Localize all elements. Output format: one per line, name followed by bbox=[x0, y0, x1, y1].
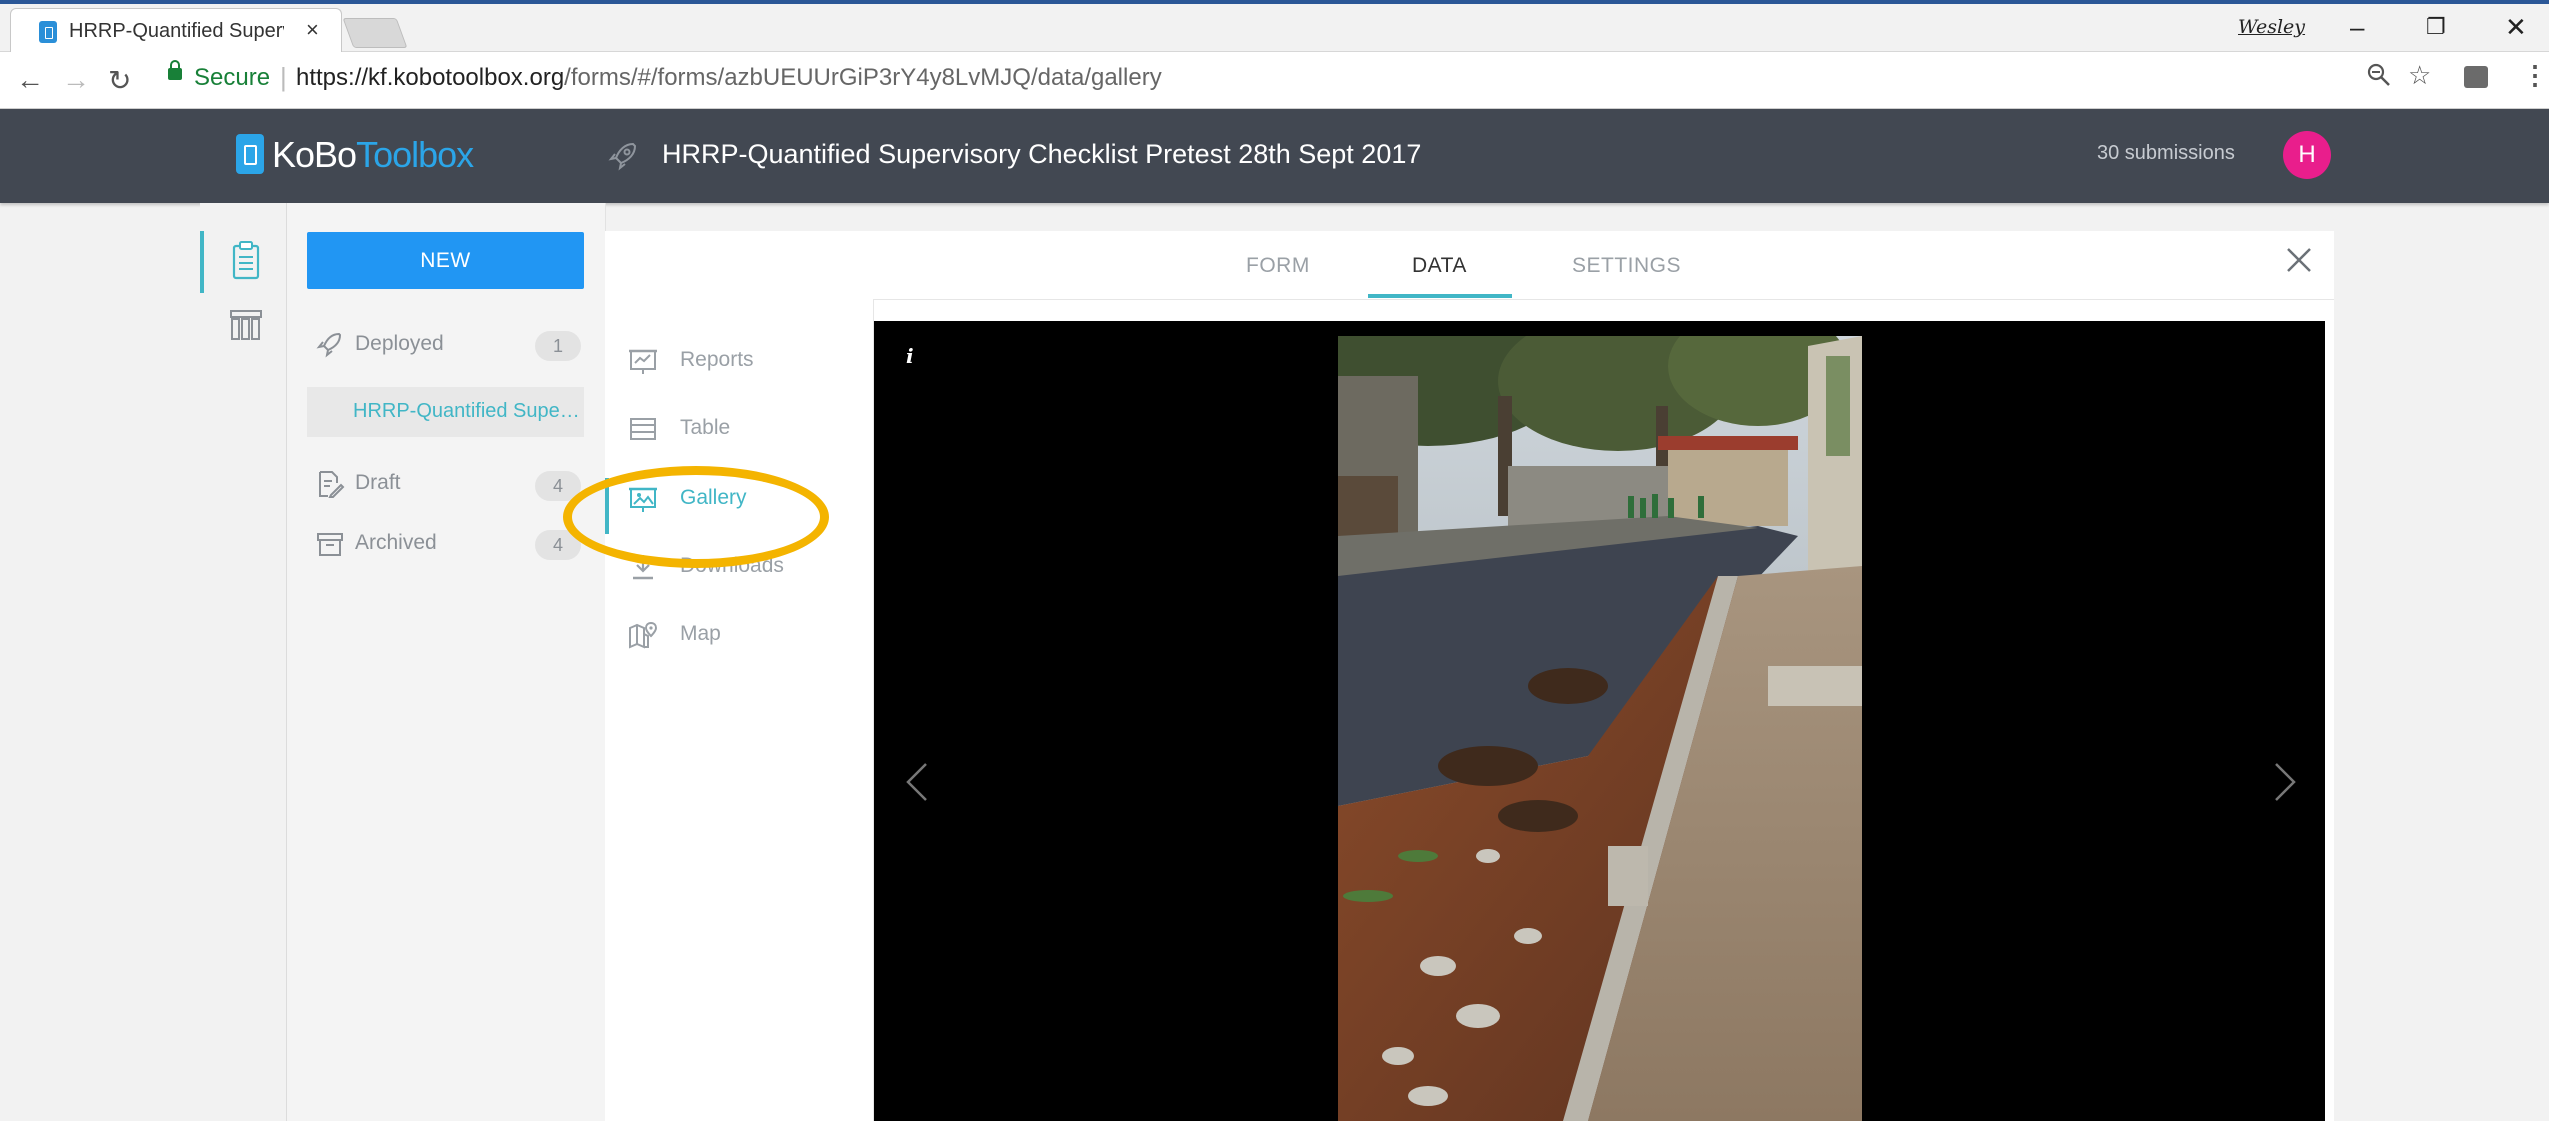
url-text[interactable]: https://kf.kobotoolbox.org/forms/#/forms… bbox=[296, 64, 1162, 92]
close-window-icon[interactable]: ✕ bbox=[2505, 12, 2527, 43]
reload-icon[interactable]: ↻ bbox=[108, 64, 131, 97]
active-tab-underline bbox=[1368, 294, 1512, 298]
chevron-right-icon[interactable] bbox=[2264, 760, 2304, 804]
reports-label: Reports bbox=[680, 348, 754, 371]
forms-clipboard-icon[interactable] bbox=[228, 240, 264, 282]
new-button[interactable]: NEW bbox=[307, 232, 584, 289]
url-separator: | bbox=[280, 62, 287, 92]
close-icon[interactable] bbox=[2284, 245, 2314, 275]
tab-form[interactable]: FORM bbox=[1246, 254, 1310, 278]
info-icon[interactable]: i bbox=[906, 344, 914, 368]
forward-icon[interactable]: → bbox=[62, 64, 90, 96]
zoom-icon[interactable] bbox=[2366, 62, 2392, 95]
bookmark-star-icon[interactable]: ☆ bbox=[2408, 60, 2431, 91]
logo-toolbox: Toolbox bbox=[356, 134, 474, 175]
draft-label: Draft bbox=[355, 471, 401, 494]
gallery-photo[interactable] bbox=[1338, 336, 1862, 1121]
archived-label: Archived bbox=[355, 531, 437, 554]
deployed-count-badge: 1 bbox=[535, 331, 581, 361]
reports-icon bbox=[629, 349, 657, 374]
rocket-icon bbox=[316, 332, 342, 358]
user-avatar[interactable]: H bbox=[2283, 131, 2331, 179]
table-icon bbox=[630, 418, 656, 440]
selected-asset-item[interactable]: HRRP-Quantified Supervisory Checklist Pr… bbox=[307, 387, 584, 437]
browser-menu-icon[interactable]: ⋮ bbox=[2522, 60, 2548, 91]
draft-icon bbox=[319, 471, 345, 498]
submissions-count: 30 submissions bbox=[2097, 142, 2235, 164]
omnibox[interactable] bbox=[152, 6, 2452, 50]
main-tabs bbox=[605, 231, 2334, 300]
lock-icon bbox=[168, 60, 182, 80]
archive-icon bbox=[317, 533, 343, 556]
map-icon bbox=[629, 621, 658, 649]
url-path: /forms/#/forms/azbUEUUrGiP3rY4y8LvMJQ/da… bbox=[564, 64, 1162, 91]
rail-active-indicator bbox=[200, 231, 204, 293]
secure-label: Secure bbox=[194, 64, 271, 91]
kobo-logo-icon[interactable] bbox=[236, 134, 264, 174]
kobo-logo-text[interactable]: KoBoToolbox bbox=[272, 134, 474, 176]
chevron-left-icon[interactable] bbox=[898, 760, 938, 804]
back-icon[interactable]: ← bbox=[16, 64, 44, 96]
table-label: Table bbox=[680, 416, 731, 439]
annotation-highlight-circle bbox=[563, 466, 829, 568]
selected-asset-label: HRRP-Quantified Supervisory Checklist Pr… bbox=[353, 400, 581, 422]
rocket-icon bbox=[608, 142, 637, 171]
library-icon[interactable] bbox=[228, 307, 264, 343]
deployed-label: Deployed bbox=[355, 332, 444, 355]
url-host: https://kf.kobotoolbox.org bbox=[296, 64, 565, 91]
tab-data[interactable]: DATA bbox=[1412, 254, 1467, 278]
form-title: HRRP-Quantified Supervisory Checklist Pr… bbox=[662, 139, 1422, 169]
logo-ko: KoBo bbox=[272, 134, 357, 175]
map-label: Map bbox=[680, 622, 721, 645]
kobo-favicon-icon bbox=[39, 21, 57, 43]
extension-icon[interactable] bbox=[2464, 66, 2488, 88]
tab-settings[interactable]: SETTINGS bbox=[1572, 254, 1681, 278]
